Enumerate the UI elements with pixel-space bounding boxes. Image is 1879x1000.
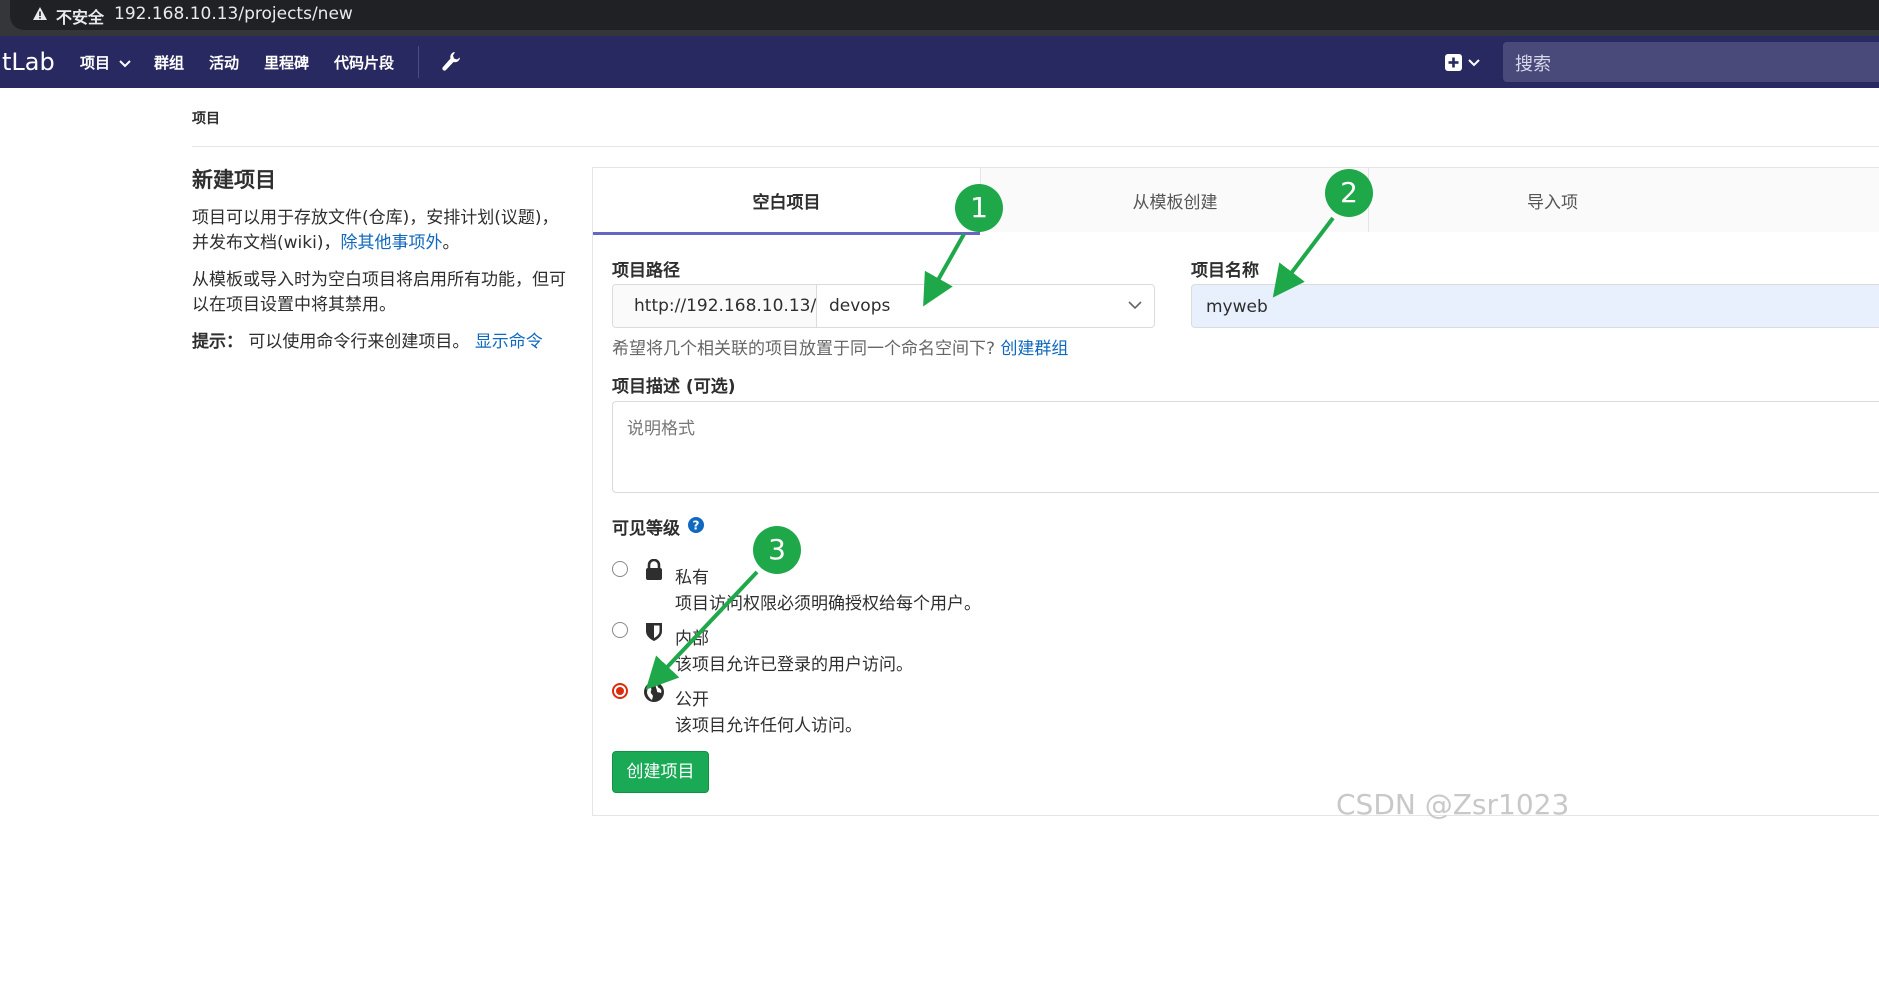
template-note: 从模板或导入时为空白项目将启用所有功能，但可以在项目设置中将其禁用。 — [192, 270, 566, 315]
visibility-internal-radio[interactable] — [612, 622, 628, 638]
chevron-down-icon — [119, 59, 131, 67]
shield-icon — [646, 623, 662, 641]
nav-projects-label: 项目 — [80, 54, 111, 72]
project-name-label: 项目名称 — [1191, 261, 1259, 281]
other-things-link[interactable]: 除其他事项外 — [340, 233, 442, 253]
page-description: 项目可以用于存放文件(仓库)，安排计划(议题)，并发布文档(wiki)，除其他事… — [192, 206, 572, 256]
namespace-hint-text: 希望将几个相关联的项目放置于同一个命名空间下? — [612, 339, 996, 359]
panel-border-left — [592, 231, 593, 816]
nav-projects[interactable]: 项目 — [80, 52, 131, 73]
project-description-textarea[interactable]: 说明格式 — [612, 401, 1879, 493]
tab-import-project[interactable]: 导入项 — [1368, 168, 1879, 232]
tab-blank-project[interactable]: 空白项目 — [593, 168, 980, 235]
globe-icon — [644, 682, 664, 702]
lock-icon — [646, 559, 662, 580]
annotation-marker-1: 1 — [955, 184, 1003, 232]
visibility-public-radio[interactable] — [612, 683, 628, 699]
annotation-marker-2: 2 — [1325, 169, 1373, 217]
visibility-public-title[interactable]: 公开 — [675, 685, 709, 710]
tab-import-project-label: 导入项 — [1527, 193, 1578, 213]
insecure-label[interactable]: 不安全 — [56, 4, 104, 28]
page-info-column: 新建项目 项目可以用于存放文件(仓库)，安排计划(议题)，并发布文档(wiki)… — [192, 166, 572, 367]
visibility-private-radio[interactable] — [612, 561, 628, 577]
project-name-input[interactable]: myweb — [1191, 284, 1879, 328]
nav-divider — [418, 46, 419, 78]
nav-activity[interactable]: 活动 — [209, 52, 239, 73]
tab-create-from-template[interactable]: 从模板创建 — [980, 168, 1369, 232]
visibility-internal-title[interactable]: 内部 — [675, 624, 709, 649]
chevron-down-icon — [1128, 301, 1142, 310]
warning-icon[interactable] — [32, 6, 48, 22]
wrench-icon[interactable] — [440, 50, 462, 74]
top-navbar: tLab 项目 群组 活动 里程碑 代码片段 搜索 — [0, 36, 1879, 88]
tip-paragraph: 提示： 可以使用命令行来创建项目。 显示命令 — [192, 330, 572, 355]
browser-address-bar: 不安全 192.168.10.13/projects/new — [0, 0, 1879, 36]
brand-logo-text[interactable]: tLab — [2, 48, 55, 76]
description-end: 。 — [442, 233, 460, 253]
tab-blank-project-label: 空白项目 — [752, 193, 821, 213]
tip-text: 可以使用命令行来创建项目。 — [248, 332, 470, 352]
visibility-level-label: 可见等级 — [612, 519, 680, 539]
visibility-internal-desc: 该项目允许已登录的用户访问。 — [675, 655, 913, 675]
new-item-dropdown-icon[interactable] — [1444, 52, 1482, 74]
namespace-select[interactable]: devops — [817, 285, 1154, 327]
project-type-tabs: 空白项目 从模板创建 导入项 — [592, 167, 1879, 235]
nav-groups[interactable]: 群组 — [154, 52, 184, 73]
project-path-field: http://192.168.10.13/ devops — [612, 284, 1155, 328]
path-prefix-text: http://192.168.10.13/ — [634, 296, 817, 316]
visibility-private-title[interactable]: 私有 — [675, 563, 709, 588]
description-placeholder: 说明格式 — [627, 419, 695, 439]
search-placeholder: 搜索 — [1515, 54, 1551, 75]
help-icon[interactable]: ? — [688, 517, 704, 533]
show-command-link[interactable]: 显示命令 — [475, 332, 543, 352]
namespace-value: devops — [829, 296, 891, 316]
annotation-marker-3: 3 — [753, 526, 801, 574]
annotation-arrows — [645, 216, 1335, 690]
path-prefix: http://192.168.10.13/ — [613, 285, 817, 327]
project-name-value: myweb — [1206, 297, 1268, 317]
url-text[interactable]: 192.168.10.13/projects/new — [114, 4, 353, 24]
search-input[interactable]: 搜索 — [1503, 42, 1879, 82]
svg-text:?: ? — [693, 519, 700, 533]
address-field[interactable]: 不安全 192.168.10.13/projects/new — [10, 0, 1879, 30]
panel-border-bottom — [592, 815, 1879, 816]
nav-snippets[interactable]: 代码片段 — [334, 52, 394, 73]
tip-label: 提示： — [192, 332, 243, 352]
project-description-label: 项目描述 (可选) — [612, 377, 736, 397]
namespace-hint: 希望将几个相关联的项目放置于同一个命名空间下? 创建群组 — [612, 334, 1068, 359]
tab-create-from-template-label: 从模板创建 — [1132, 193, 1218, 213]
visibility-private-desc: 项目访问权限必须明确授权给每个用户。 — [675, 594, 981, 614]
breadcrumb[interactable]: 项目 — [192, 108, 220, 128]
create-group-link[interactable]: 创建群组 — [1000, 339, 1068, 359]
visibility-public-desc: 该项目允许任何人访问。 — [675, 716, 862, 736]
project-path-label: 项目路径 — [612, 261, 680, 281]
page-title: 新建项目 — [192, 168, 276, 192]
watermark: CSDN @Zsr1023 — [1336, 788, 1570, 821]
create-project-button[interactable]: 创建项目 — [612, 751, 709, 793]
breadcrumb-divider — [192, 146, 1879, 147]
nav-milestones[interactable]: 里程碑 — [264, 52, 309, 73]
